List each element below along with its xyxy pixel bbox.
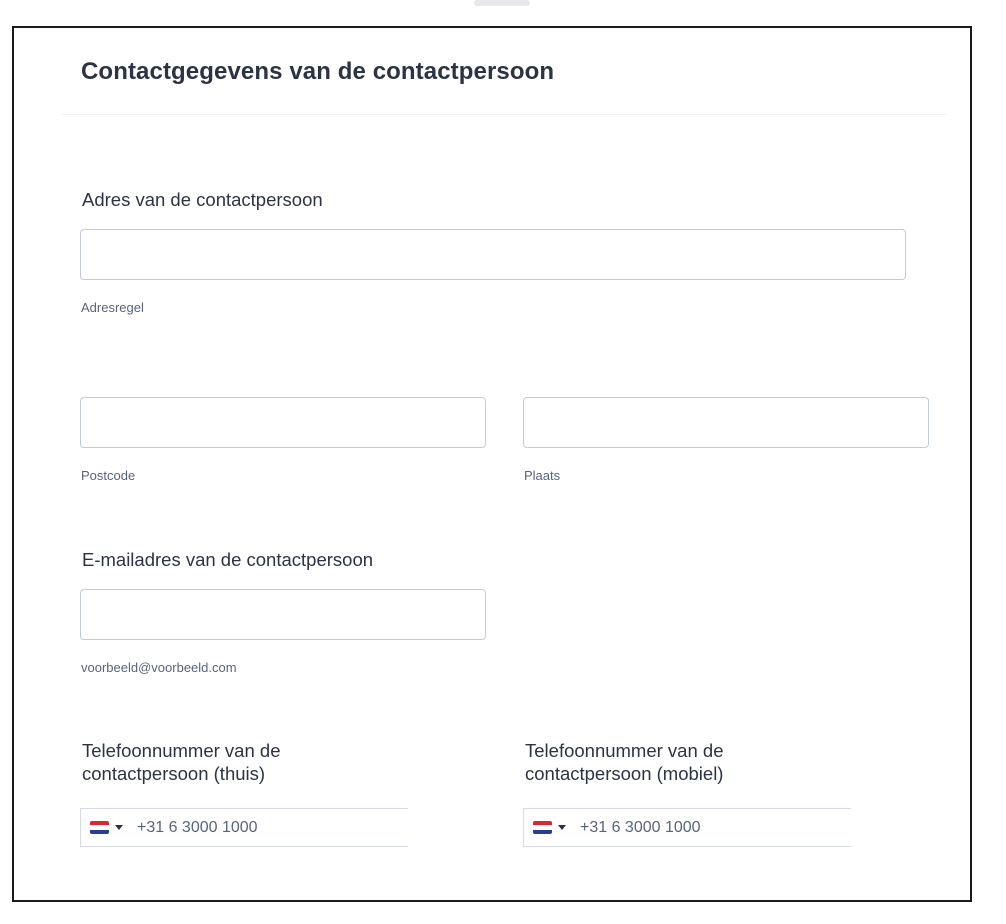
phone-home-label-line2: contactpersoon (thuis) <box>82 763 266 784</box>
email-sublabel: voorbeeld@voorbeeld.com <box>81 660 237 675</box>
form-card: Contactgegevens van de contactpersoon Ad… <box>12 26 972 902</box>
page-title: Contactgegevens van de contactpersoon <box>81 58 555 85</box>
postcode-input[interactable] <box>80 397 486 448</box>
phone-mobile-input[interactable] <box>566 808 851 847</box>
postcode-sublabel: Postcode <box>81 468 136 483</box>
header-divider <box>62 114 946 115</box>
address-line-input[interactable] <box>80 229 906 280</box>
city-input[interactable] <box>523 397 929 448</box>
netherlands-flag-icon <box>533 821 552 834</box>
netherlands-flag-icon <box>90 821 109 834</box>
city-sublabel: Plaats <box>524 468 561 483</box>
email-input[interactable] <box>80 589 486 640</box>
phone-home-label: Telefoonnummer van de contactpersoon (th… <box>82 739 280 785</box>
address-line-sublabel: Adresregel <box>81 300 144 315</box>
phone-mobile-label-line2: contactpersoon (mobiel) <box>525 763 724 784</box>
phone-home-input[interactable] <box>123 808 408 847</box>
phone-mobile-field <box>523 808 851 847</box>
top-handle <box>474 0 530 6</box>
phone-mobile-country-select[interactable] <box>524 809 566 846</box>
phone-home-country-select[interactable] <box>81 809 123 846</box>
caret-down-icon <box>115 825 123 830</box>
phone-mobile-label: Telefoonnummer van de contactpersoon (mo… <box>525 739 723 785</box>
phone-home-label-line1: Telefoonnummer van de <box>82 740 281 761</box>
caret-down-icon <box>558 825 566 830</box>
email-label: E-mailadres van de contactpersoon <box>82 549 374 570</box>
phone-home-field <box>80 808 408 847</box>
phone-mobile-label-line1: Telefoonnummer van de <box>525 740 724 761</box>
address-label: Adres van de contactpersoon <box>82 189 323 210</box>
